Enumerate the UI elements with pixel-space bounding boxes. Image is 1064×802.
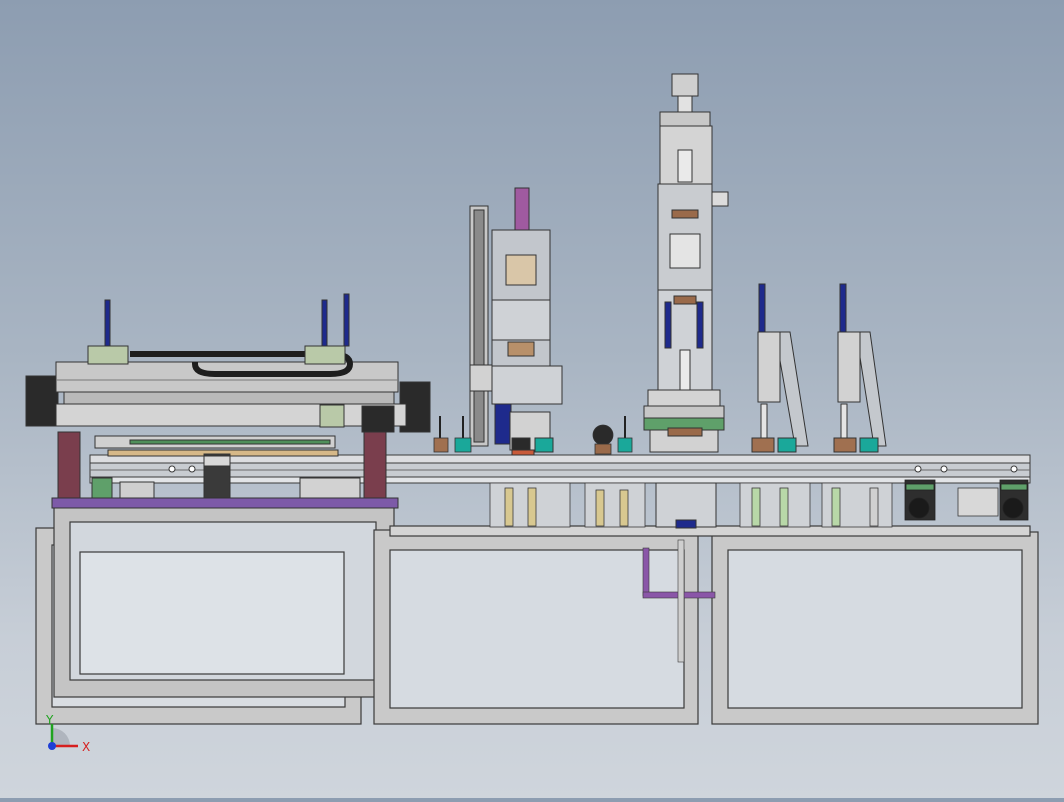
rail-bolt — [168, 465, 176, 473]
clamp-station-1 — [751, 283, 809, 453]
conveyor-rail — [89, 454, 1031, 484]
triad-z-axis — [48, 742, 56, 750]
teal-fixture — [534, 437, 554, 453]
assembly-drawing: X Y — [25, 73, 1039, 754]
rail-bolt — [940, 465, 948, 473]
teal-fixture — [617, 437, 633, 453]
purple-base-plate — [51, 497, 399, 509]
teal-fixture — [454, 437, 472, 453]
triad-y-label: Y — [45, 713, 54, 727]
blue-cylinder — [696, 301, 704, 349]
clamp-station-2 — [833, 283, 887, 453]
blue-cylinder — [343, 293, 350, 347]
right-frame-window — [727, 549, 1023, 709]
blue-cylinder — [664, 301, 672, 349]
olive-block — [304, 345, 346, 365]
left-gantry-module — [25, 293, 431, 509]
rail-bolt — [188, 465, 196, 473]
teal-fixture — [859, 437, 879, 453]
maroon-column — [57, 431, 81, 503]
blue-cylinder — [104, 299, 111, 347]
olive-block — [87, 345, 129, 365]
middle-frame-window — [389, 549, 685, 709]
left-frame-window — [79, 551, 345, 675]
blue-cylinder — [321, 299, 328, 347]
blue-cylinder — [758, 283, 766, 333]
base-frames — [35, 504, 1039, 725]
cad-viewport[interactable]: X Y — [0, 0, 1064, 798]
blue-cylinder — [839, 283, 847, 333]
screw-station — [469, 187, 563, 456]
round-sensor — [592, 424, 614, 446]
magenta-cylinder — [514, 187, 530, 231]
blue-cylinder — [494, 403, 512, 445]
triad-x-label: X — [82, 740, 90, 754]
maroon-column — [363, 431, 387, 503]
rail-bolt — [914, 465, 922, 473]
gantry-motor-left — [25, 375, 59, 427]
rail-bolt — [1010, 465, 1018, 473]
press-cap — [671, 73, 699, 97]
teal-fixture — [777, 437, 797, 453]
